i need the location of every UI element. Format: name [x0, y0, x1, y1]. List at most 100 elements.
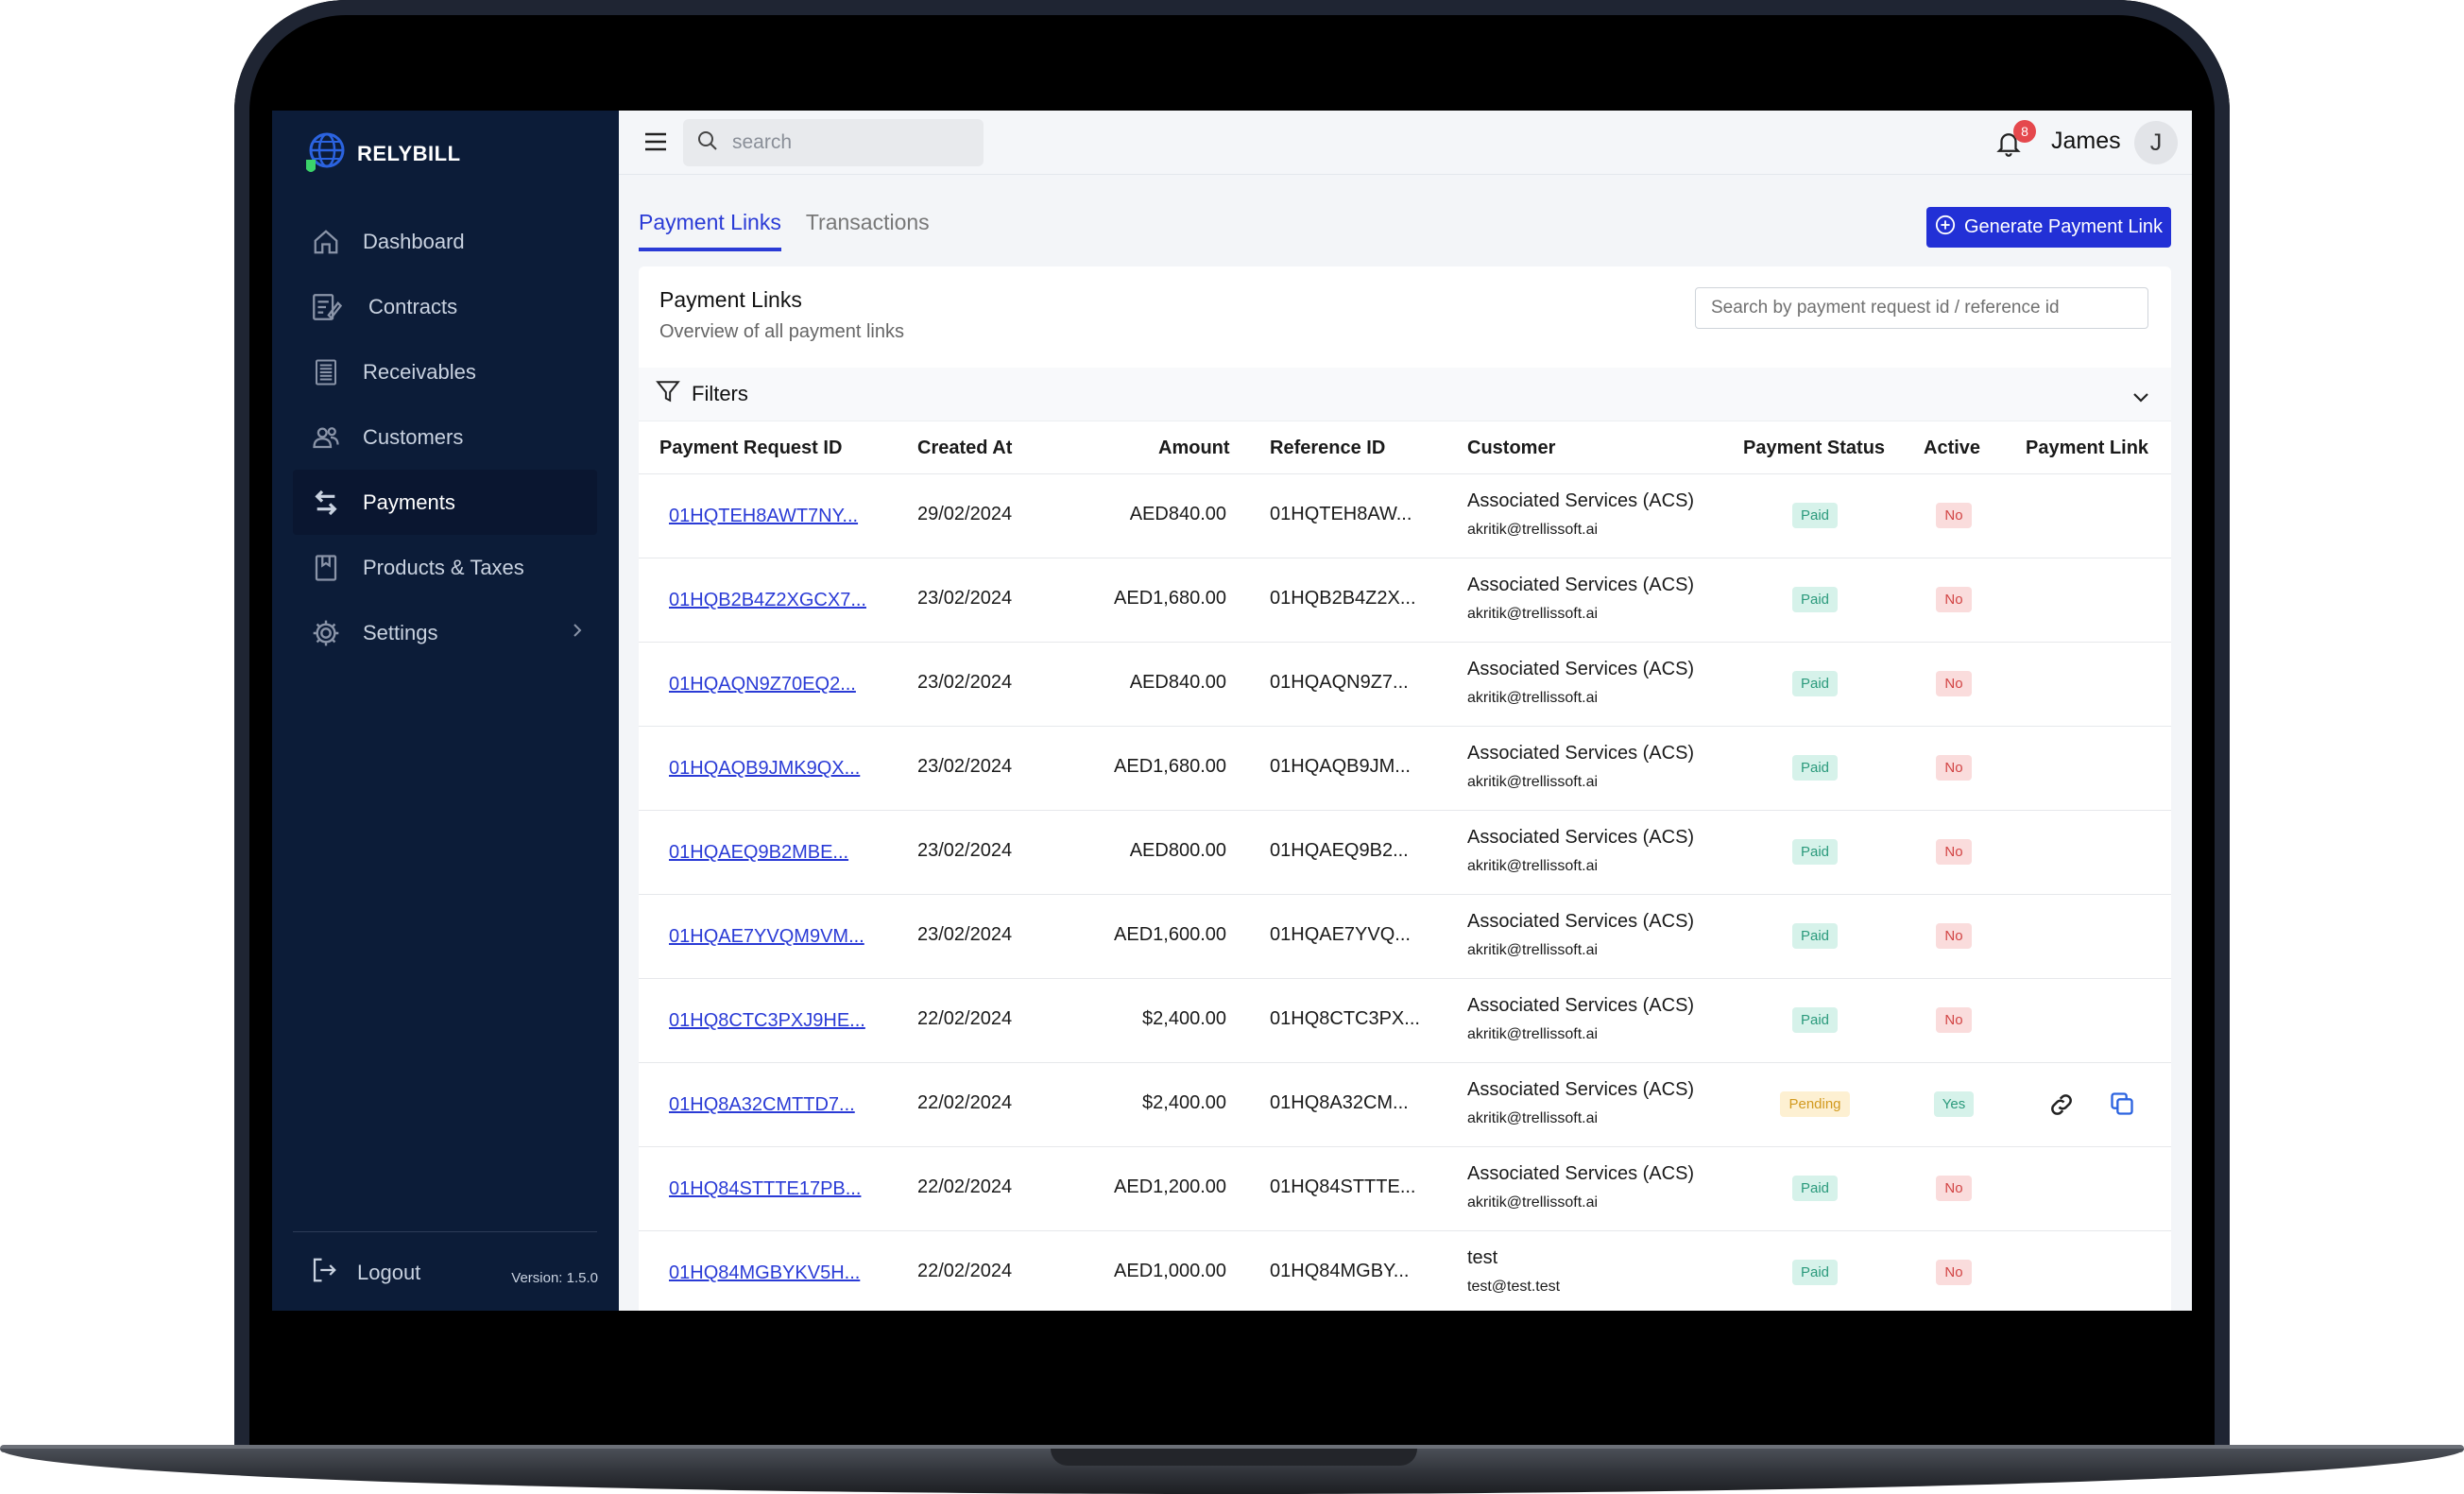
header-payment-request-id[interactable]: Payment Request ID — [659, 438, 842, 459]
created-at: 22/02/2024 — [917, 1008, 1013, 1029]
menu-icon[interactable] — [643, 131, 668, 157]
header-created-at[interactable]: Created At — [917, 438, 1012, 459]
active-cell: No — [1907, 755, 2001, 781]
amount: AED1,600.00 — [1114, 924, 1226, 945]
avatar[interactable]: J — [2134, 121, 2178, 164]
active-badge: No — [1936, 1260, 1972, 1285]
payment-request-id-link[interactable]: 01HQAE7YVQM9VM... — [669, 926, 864, 948]
active-badge: No — [1936, 923, 1972, 949]
customer-name: Associated Services (ACS) — [1467, 995, 1695, 1016]
status-badge: Paid — [1791, 503, 1839, 528]
card-subtitle: Overview of all payment links — [659, 321, 904, 342]
active-badge: No — [1936, 671, 1972, 696]
logout-label: Logout — [357, 1261, 421, 1284]
amount: $2,400.00 — [1142, 1092, 1226, 1113]
chevron-right-icon — [571, 621, 584, 645]
table-row: 01HQAE7YVQM9VM... 23/02/2024 AED1,600.00… — [639, 895, 2171, 979]
top-bar: 8 James J — [619, 111, 2192, 175]
sidebar-nav: Dashboard Contracts Receivables Customer… — [293, 209, 597, 665]
payment-request-id-link[interactable]: 01HQ84STTTE17PB... — [669, 1178, 861, 1200]
amount: AED1,200.00 — [1114, 1176, 1226, 1197]
header-active[interactable]: Active — [1924, 438, 1980, 459]
amount: AED840.00 — [1129, 672, 1226, 693]
active-cell: No — [1907, 839, 2001, 865]
table-body: 01HQTEH8AWT7NY... 29/02/2024 AED840.00 0… — [639, 474, 2171, 1311]
customer-email: akritik@trellissoft.ai — [1467, 1194, 1599, 1211]
header-customer[interactable]: Customer — [1467, 438, 1555, 459]
reference-id: 01HQAE7YVQ... — [1270, 924, 1411, 945]
tab-transactions[interactable]: Transactions — [806, 210, 930, 251]
search-input[interactable] — [732, 131, 959, 154]
notification-badge: 8 — [2013, 120, 2036, 143]
header-payment-status[interactable]: Payment Status — [1743, 438, 1885, 459]
global-search — [683, 119, 984, 166]
brand-name: RELYBILL — [357, 142, 461, 165]
active-badge: No — [1936, 839, 1972, 865]
payment-request-id-link[interactable]: 01HQAEQ9B2MBE... — [669, 842, 848, 864]
plus-circle-icon — [1935, 215, 1956, 241]
payment-search-input[interactable] — [1695, 287, 2148, 329]
link-icon[interactable] — [2047, 1090, 2076, 1124]
logout-icon — [310, 1256, 338, 1290]
reference-id: 01HQAQB9JM... — [1270, 756, 1411, 777]
sidebar-item-settings[interactable]: Settings — [293, 600, 597, 665]
table-row: 01HQB2B4Z2XGCX7... 23/02/2024 AED1,680.0… — [639, 558, 2171, 643]
reference-id: 01HQ8CTC3PX... — [1270, 1008, 1420, 1029]
active-cell: No — [1907, 1176, 2001, 1201]
payment-request-id-link[interactable]: 01HQ8CTC3PXJ9HE... — [669, 1010, 865, 1032]
created-at: 22/02/2024 — [917, 1092, 1013, 1113]
header-amount[interactable]: Amount — [1158, 438, 1230, 459]
payment-request-id-link[interactable]: 01HQ84MGBYKV5H... — [669, 1262, 860, 1284]
status-badge: Paid — [1791, 1007, 1839, 1033]
exchange-icon — [310, 487, 342, 519]
table-row: 01HQAEQ9B2MBE... 23/02/2024 AED800.00 01… — [639, 811, 2171, 895]
customer-name: Associated Services (ACS) — [1467, 575, 1695, 595]
bookmark-icon — [310, 552, 342, 584]
home-icon — [310, 226, 342, 258]
customer-email: akritik@trellissoft.ai — [1467, 1026, 1599, 1042]
logout-button[interactable]: Logout — [310, 1256, 420, 1290]
active-badge: No — [1936, 1007, 1972, 1033]
created-at: 23/02/2024 — [917, 756, 1013, 777]
user-name[interactable]: James — [2051, 128, 2121, 155]
version-label: Version: 1.5.0 — [511, 1270, 598, 1286]
table-row: 01HQ8CTC3PXJ9HE... 22/02/2024 $2,400.00 … — [639, 979, 2171, 1063]
payment-request-id-link[interactable]: 01HQAQB9JMK9QX... — [669, 758, 860, 780]
status-cell: Paid — [1739, 587, 1891, 612]
payment-request-id-link[interactable]: 01HQB2B4Z2XGCX7... — [669, 590, 866, 611]
payment-request-id-link[interactable]: 01HQTEH8AWT7NY... — [669, 506, 858, 527]
active-badge: Yes — [1933, 1091, 1975, 1117]
filters-toggle[interactable]: Filters — [639, 368, 2171, 421]
active-badge: No — [1936, 755, 1972, 781]
sidebar-item-receivables[interactable]: Receivables — [293, 339, 597, 404]
contract-icon — [310, 291, 342, 323]
payment-request-id-link[interactable]: 01HQAQN9Z70EQ2... — [669, 674, 856, 695]
sidebar-item-dashboard[interactable]: Dashboard — [293, 209, 597, 274]
payment-request-id-link[interactable]: 01HQ8A32CMTTD7... — [669, 1094, 855, 1116]
active-cell: No — [1907, 503, 2001, 528]
tab-payment-links[interactable]: Payment Links — [639, 210, 781, 251]
sidebar-item-payments[interactable]: Payments — [293, 470, 597, 535]
brand[interactable]: RELYBILL — [304, 131, 461, 177]
sidebar-item-label: Customers — [363, 424, 464, 449]
copy-icon[interactable] — [2109, 1090, 2135, 1122]
customer-email: akritik@trellissoft.ai — [1467, 942, 1599, 958]
filter-icon — [656, 379, 680, 409]
header-payment-link[interactable]: Payment Link — [2026, 438, 2148, 459]
header-reference-id[interactable]: Reference ID — [1270, 438, 1385, 459]
active-cell: No — [1907, 1260, 2001, 1285]
created-at: 22/02/2024 — [917, 1176, 1013, 1197]
laptop-notch — [1051, 1449, 1417, 1466]
customer-name: Associated Services (ACS) — [1467, 827, 1695, 848]
sidebar-item-label: Payments — [363, 489, 455, 514]
customer-name: test — [1467, 1247, 1498, 1268]
globe-logo-icon — [304, 131, 346, 177]
sidebar-item-label: Products & Taxes — [363, 555, 524, 579]
table-row: 01HQ84MGBYKV5H... 22/02/2024 AED1,000.00… — [639, 1231, 2171, 1311]
created-at: 23/02/2024 — [917, 588, 1013, 609]
sidebar-item-customers[interactable]: Customers — [293, 404, 597, 470]
sidebar-item-contracts[interactable]: Contracts — [293, 274, 597, 339]
sidebar-item-products-taxes[interactable]: Products & Taxes — [293, 535, 597, 600]
generate-payment-link-button[interactable]: Generate Payment Link — [1926, 207, 2171, 248]
status-badge: Paid — [1791, 671, 1839, 696]
